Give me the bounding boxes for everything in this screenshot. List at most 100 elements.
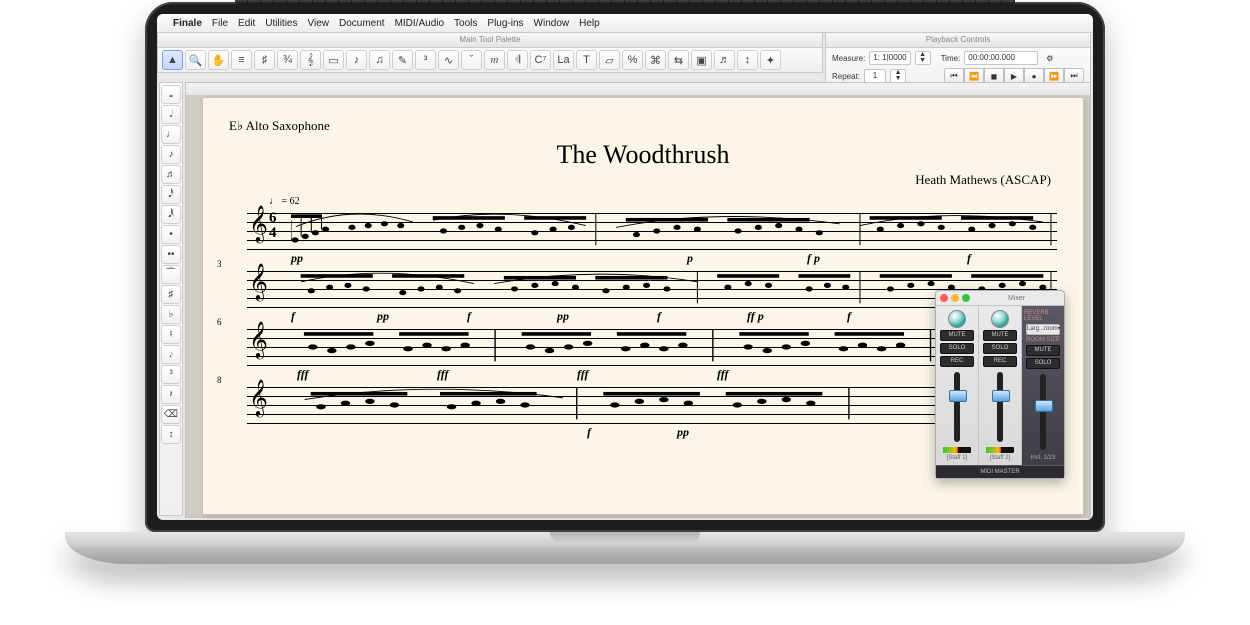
pan-knob[interactable] [948, 310, 966, 328]
staff-tool[interactable]: ≡ [231, 50, 252, 70]
tie-tool[interactable]: ⁀ [161, 265, 181, 284]
sharp-tool[interactable]: ♯ [161, 285, 181, 304]
measure-field[interactable]: 1: 1|0000 [869, 51, 910, 65]
selection-tool[interactable]: ▲ [162, 50, 183, 70]
smart-shape-tool[interactable]: ∿ [438, 50, 459, 70]
tuplet-entry-tool[interactable]: ³ [161, 365, 181, 384]
quarter-note-tool[interactable]: ♩ [161, 125, 181, 144]
time-field[interactable]: 00:00:00.000 [964, 51, 1038, 65]
hand-tool[interactable]: ✋ [208, 50, 229, 70]
thirtysecond-note-tool[interactable]: 𝅘𝅥𝅰 [161, 185, 181, 204]
page-layout-tool[interactable]: ▱ [599, 50, 620, 70]
clef-tool[interactable]: 𝄞 [300, 50, 321, 70]
laptop-keyboard [235, 0, 1015, 4]
time-sig-tool[interactable]: ¾ [277, 50, 298, 70]
zoom-icon[interactable] [962, 294, 970, 302]
dyn: f [657, 309, 661, 324]
ossia-tool[interactable]: ⌘ [645, 50, 666, 70]
dot-tool[interactable]: • [161, 225, 181, 244]
treble-clef-icon: 𝄞 [249, 265, 268, 297]
hyperscribe-tool[interactable]: ✎ [392, 50, 413, 70]
grace-note-tool[interactable]: 𝆕 [161, 345, 181, 364]
whole-note-tool[interactable]: 𝅝 [161, 85, 181, 104]
half-note-tool[interactable]: 𝅗𝅥 [161, 105, 181, 124]
menu-window[interactable]: Window [534, 18, 570, 29]
mute-button[interactable]: MUTE [940, 330, 974, 341]
dynamic-f: f [967, 251, 971, 266]
note-mover-tool[interactable]: ↕ [737, 50, 758, 70]
mixer-window[interactable]: Mixer MUTE SOLO REC [Staff 1] MUTE SOLO … [935, 290, 1065, 479]
repitch-tool[interactable]: ↕ [161, 425, 181, 444]
menu-tools[interactable]: Tools [454, 18, 477, 29]
sixtyfourth-note-tool[interactable]: 𝅘𝅥𝅱 [161, 205, 181, 224]
solo-button[interactable]: SOLO [1026, 358, 1060, 369]
tuplet-tool[interactable]: ³ [415, 50, 436, 70]
instrument-name: E♭ Alto Saxophone [229, 118, 1057, 134]
solo-button[interactable]: SOLO [983, 343, 1017, 354]
repeat-field[interactable]: 1 [864, 69, 886, 83]
zoom-tool[interactable]: 🔍 [185, 50, 206, 70]
natural-tool[interactable]: ♮ [161, 325, 181, 344]
horizontal-ruler[interactable] [186, 83, 1090, 96]
resize-tool[interactable]: % [622, 50, 643, 70]
flat-tool[interactable]: ♭ [161, 305, 181, 324]
volume-fader[interactable] [997, 372, 1003, 442]
rest-tool[interactable]: 𝄽 [161, 385, 181, 404]
system-4: 8 𝄞 [229, 387, 1057, 423]
speedy-entry-tool[interactable]: ♫ [369, 50, 390, 70]
text-tool[interactable]: T [576, 50, 597, 70]
close-icon[interactable] [940, 294, 948, 302]
solo-button[interactable]: SOLO [940, 343, 974, 354]
volume-fader[interactable] [954, 372, 960, 442]
laptop-base [65, 532, 1185, 564]
mute-button[interactable]: MUTE [1026, 345, 1060, 356]
minimize-icon[interactable] [951, 294, 959, 302]
dyn: ff p [747, 309, 764, 324]
articulation-tool[interactable]: ˇ [461, 50, 482, 70]
midi-tool[interactable]: ♬ [714, 50, 735, 70]
chord-tool[interactable]: C⁷ [530, 50, 551, 70]
simple-entry-palette: 𝅝 𝅗𝅥 ♩ ♪ ♬ 𝅘𝅥𝅰 𝅘𝅥𝅱 • •• ⁀ ♯ ♭ ♮ 𝆕 ³ 𝄽 ⌫ … [159, 82, 183, 516]
measure-stepper[interactable]: ▲▼ [915, 51, 931, 65]
screen: Finale File Edit Utilities View Document… [157, 14, 1093, 520]
pan-knob[interactable] [991, 310, 1009, 328]
tool-palette-title: Main Tool Palette [157, 32, 823, 47]
menu-file[interactable]: File [212, 18, 228, 29]
rec-button[interactable]: REC [983, 356, 1017, 367]
menu-help[interactable]: Help [579, 18, 600, 29]
mirror-tool[interactable]: ⇆ [668, 50, 689, 70]
double-dot-tool[interactable]: •• [161, 245, 181, 264]
menu-utilities[interactable]: Utilities [265, 18, 297, 29]
sixteenth-note-tool[interactable]: ♬ [161, 165, 181, 184]
menu-midi-audio[interactable]: MIDI/Audio [395, 18, 444, 29]
special-tools[interactable]: ✦ [760, 50, 781, 70]
rec-button[interactable]: REC [940, 356, 974, 367]
lyrics-tool[interactable]: La [553, 50, 574, 70]
repeat-tool[interactable]: 𝄇 [507, 50, 528, 70]
eraser-tool[interactable]: ⌫ [161, 405, 181, 424]
mute-button[interactable]: MUTE [983, 330, 1017, 341]
repeat-label: Repeat: [832, 72, 860, 81]
menu-plugins[interactable]: Plug-ins [487, 18, 523, 29]
master-fader[interactable] [1040, 374, 1046, 450]
system-2: 3 𝄞 [229, 271, 1057, 307]
simple-entry-tool[interactable]: ♪ [346, 50, 367, 70]
menu-document[interactable]: Document [339, 18, 385, 29]
repeat-stepper[interactable]: ▲▼ [890, 69, 906, 83]
key-sig-tool[interactable]: ♯ [254, 50, 275, 70]
app-name[interactable]: Finale [173, 18, 202, 29]
settings-icon[interactable]: ⚙ [1046, 54, 1053, 63]
mixer-titlebar[interactable]: Mixer [936, 291, 1064, 306]
graphics-tool[interactable]: ▣ [691, 50, 712, 70]
dynamic-p: p [687, 251, 693, 266]
expression-tool[interactable]: 𝆐 [484, 50, 505, 70]
dyn: fff [717, 367, 729, 382]
strip-label: [Staff 2] [990, 455, 1011, 461]
eighth-note-tool[interactable]: ♪ [161, 145, 181, 164]
menu-edit[interactable]: Edit [238, 18, 255, 29]
menu-view[interactable]: View [308, 18, 330, 29]
measure-tool[interactable]: ▭ [323, 50, 344, 70]
measure-number-6: 6 [217, 317, 222, 327]
staff-1[interactable]: 𝄞 64 [247, 213, 1057, 249]
reverb-select[interactable]: Larg...room▾ [1026, 324, 1060, 335]
